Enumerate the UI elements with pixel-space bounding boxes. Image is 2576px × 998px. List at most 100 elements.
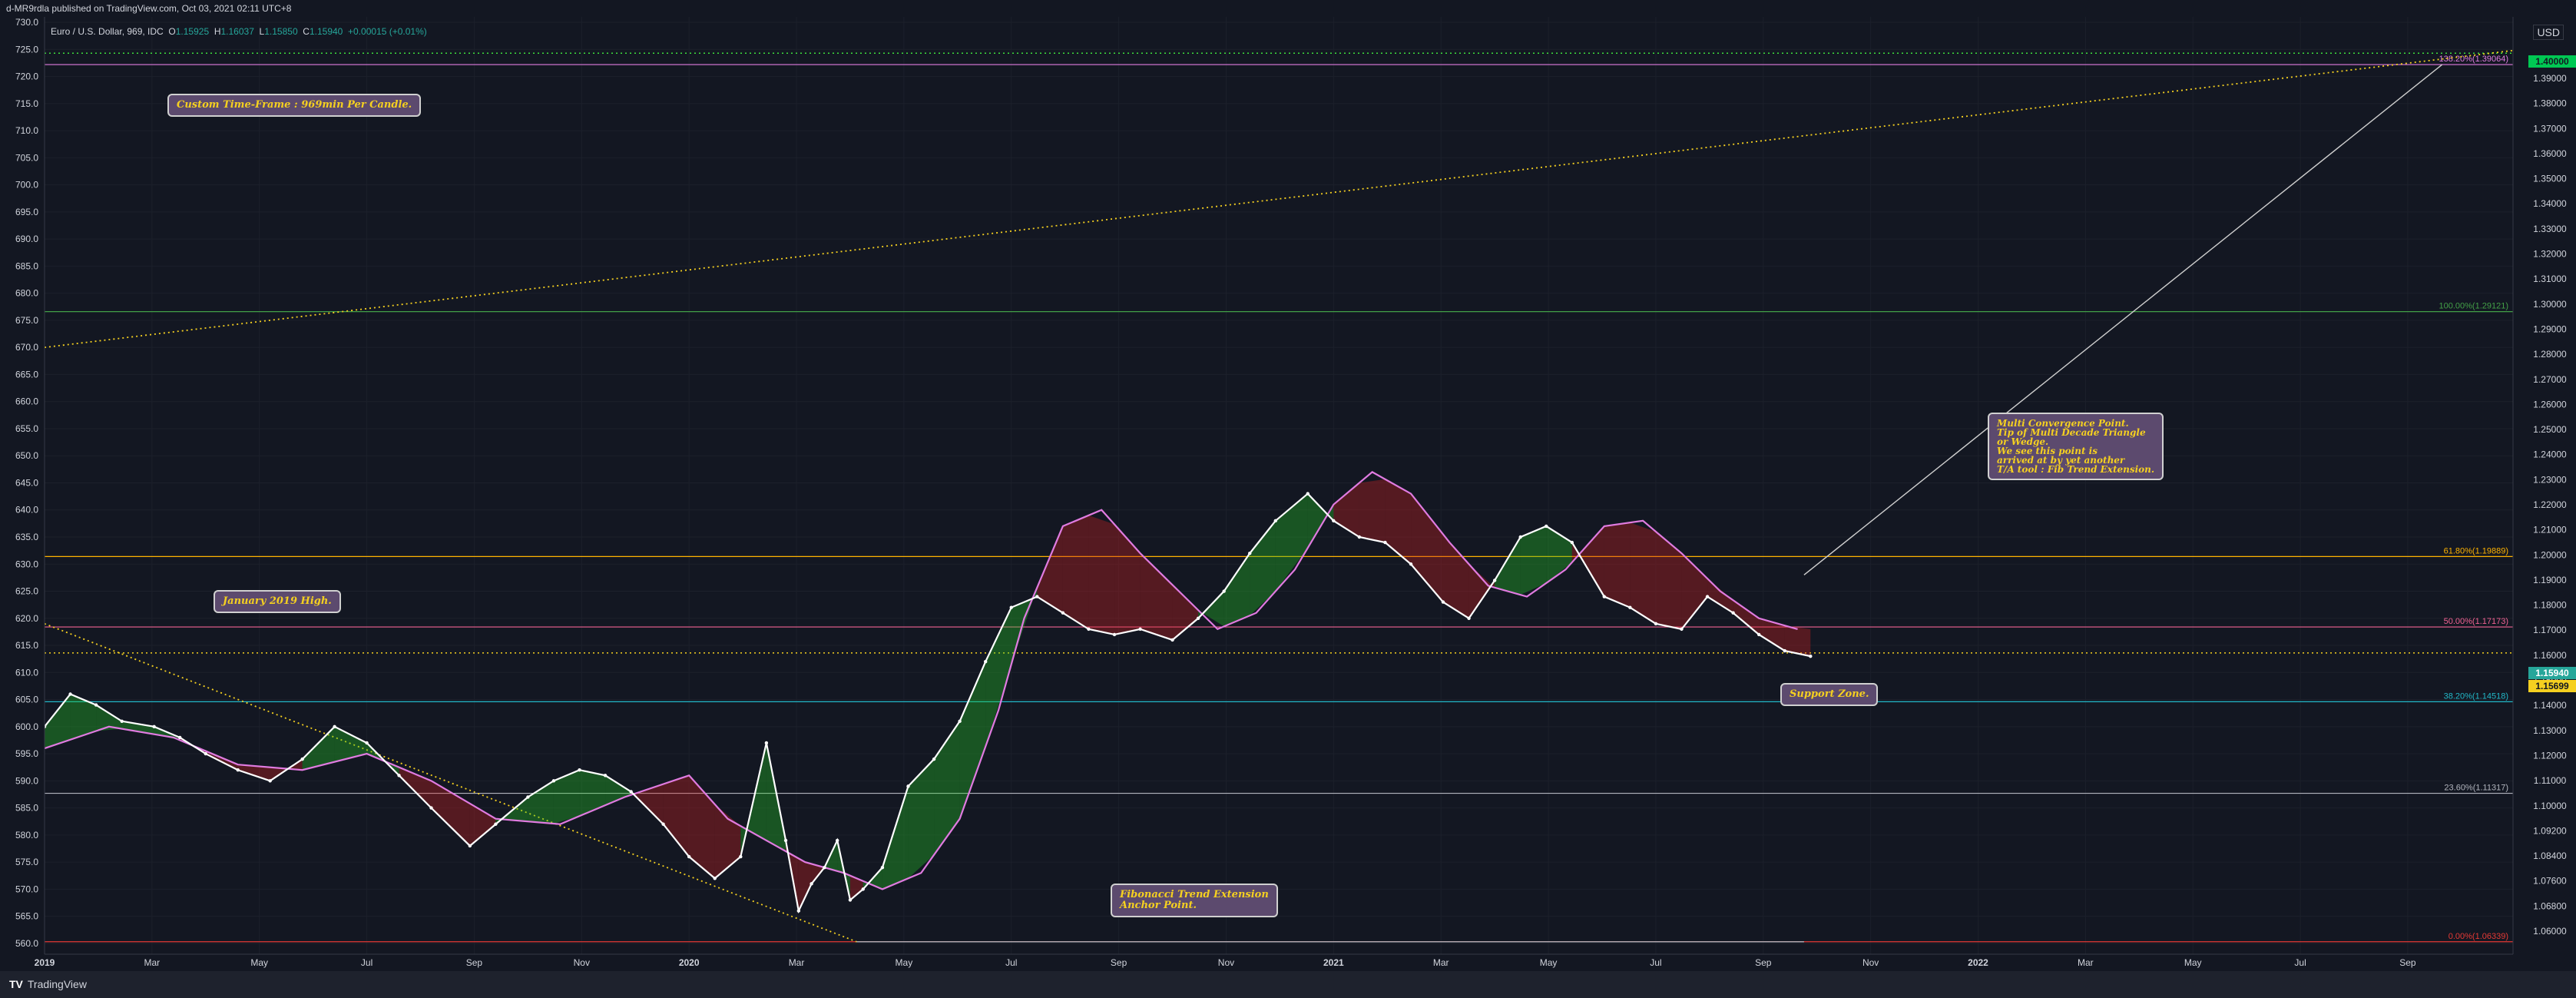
price-point [861, 887, 865, 891]
left-tick-label: 675.0 [15, 315, 38, 326]
right-tick-label: 1.29000 [2533, 323, 2567, 334]
publish-header: d-MR9rdla published on TradingView.com, … [0, 0, 2576, 17]
price-point [494, 822, 498, 826]
left-tick-label: 635.0 [15, 532, 38, 542]
ribbon-segment [1062, 515, 1089, 629]
left-tick-label: 715.0 [15, 98, 38, 109]
price-point [1248, 551, 1252, 555]
ribbon-segment [1359, 479, 1386, 543]
price-point [120, 719, 124, 723]
right-tick-label: 1.36000 [2533, 148, 2567, 159]
ribbon-segment [1520, 526, 1547, 595]
right-tick-label: 1.10000 [2533, 801, 2567, 811]
chart-background [0, 17, 2576, 971]
convergence-callout[interactable]: Multi Convergence Point. Tip of Multi De… [1988, 413, 2164, 480]
price-point [1705, 595, 1710, 598]
right-tick-label: 1.06800 [2533, 900, 2567, 911]
target-price-tag: 1.40000 [2528, 55, 2576, 68]
price-point [1518, 535, 1522, 539]
price-point [204, 751, 207, 756]
left-tick-label: 655.0 [15, 423, 38, 434]
price-point [1306, 492, 1310, 496]
right-tick-label: 1.31000 [2533, 274, 2567, 284]
price-point [958, 719, 962, 723]
left-tick-label: 565.0 [15, 911, 38, 922]
time-tick-label: Jul [361, 957, 372, 968]
time-tick-label: May [250, 957, 268, 968]
fib-anchor-callout[interactable]: Fibonacci Trend Extension Anchor Point. [1111, 884, 1278, 917]
left-tick-label: 605.0 [15, 695, 38, 705]
price-point [1087, 627, 1091, 632]
price-point [1332, 519, 1336, 523]
price-chart[interactable]: 0.00%(1.06339) 23.60%(1.11317) 38.20%(1.14… [0, 17, 2576, 971]
price-point [1783, 648, 1786, 653]
price-point [578, 768, 581, 772]
fib-level-label: 138.20%(1.39064) [2439, 55, 2508, 64]
time-tick-label: 2019 [35, 957, 55, 968]
price-point [429, 806, 433, 810]
right-tick-label: 1.24000 [2533, 449, 2567, 460]
time-tick-label: Sep [2399, 957, 2416, 968]
ribbon-segment [1630, 522, 1656, 624]
left-tick-label: 575.0 [15, 857, 38, 867]
left-tick-label: 700.0 [15, 180, 38, 191]
price-point [1441, 600, 1445, 604]
currency-button[interactable]: USD [2533, 25, 2564, 40]
time-tick-label: Mar [789, 957, 805, 968]
left-tick-label: 665.0 [15, 369, 38, 380]
time-tick-label: Nov [574, 957, 590, 968]
support-callout[interactable]: Support Zone. [1780, 683, 1879, 706]
time-tick-label: Sep [466, 957, 483, 968]
right-tick-label: 1.18000 [2533, 600, 2567, 611]
price-point [1492, 579, 1497, 582]
fib-level-label: 23.60%(1.11317) [2444, 784, 2508, 793]
publish-text: d-MR9rdla published on TradingView.com, … [6, 3, 292, 14]
jan2019-callout[interactable]: January 2019 High. [214, 590, 341, 613]
support-price-tag: 1.15699 [2528, 680, 2576, 692]
price-point [1602, 595, 1606, 598]
ribbon-segment [1604, 522, 1631, 608]
price-point [713, 877, 717, 880]
ribbon-segment [1088, 515, 1115, 635]
left-tick-label: 585.0 [15, 803, 38, 814]
price-point [1035, 595, 1039, 598]
price-point [365, 741, 369, 745]
price-point [880, 865, 885, 870]
price-point [810, 882, 813, 886]
price-point [152, 724, 156, 729]
right-tick-label: 1.34000 [2533, 198, 2567, 209]
left-tick-label: 590.0 [15, 775, 38, 786]
left-tick-label: 685.0 [15, 260, 38, 271]
price-point [1061, 611, 1065, 615]
right-tick-label: 1.20000 [2533, 549, 2567, 560]
left-tick-label: 725.0 [15, 44, 38, 55]
price-point [1222, 589, 1226, 593]
price-point [629, 790, 633, 794]
time-tick-label: Jul [2294, 957, 2306, 968]
left-tick-label: 690.0 [15, 234, 38, 244]
right-axis: 1.06000 1.06800 1.07600 1.08400 1.09200 1.100… [2512, 17, 2576, 971]
timeframe-callout[interactable]: Custom Time-Frame : 969min Per Candle. [167, 94, 422, 117]
right-tick-label: 1.14000 [2533, 700, 2567, 711]
left-tick-label: 660.0 [15, 396, 38, 407]
price-point [906, 784, 910, 788]
right-tick-label: 1.28000 [2533, 349, 2567, 360]
price-point [1196, 616, 1200, 620]
time-tick-label: May [896, 957, 913, 968]
price-point [1409, 562, 1413, 566]
right-tick-label: 1.12000 [2533, 750, 2567, 761]
price-point [333, 724, 336, 729]
time-tick-label: Sep [1755, 957, 1772, 968]
price-point [1570, 540, 1574, 545]
high-value: 1.16037 [220, 26, 254, 37]
right-tick-label: 1.38000 [2533, 98, 2567, 109]
fib-level-label: 61.80%(1.19889) [2444, 546, 2508, 555]
price-point [1628, 605, 1632, 609]
left-tick-label: 625.0 [15, 586, 38, 597]
time-tick-label: 2020 [679, 957, 700, 968]
price-point [1654, 622, 1658, 626]
right-tick-label: 1.16000 [2533, 650, 2567, 661]
price-point [1809, 654, 1813, 658]
close-value: 1.15940 [309, 26, 343, 37]
footer-bar: TV TradingView [0, 971, 2576, 998]
